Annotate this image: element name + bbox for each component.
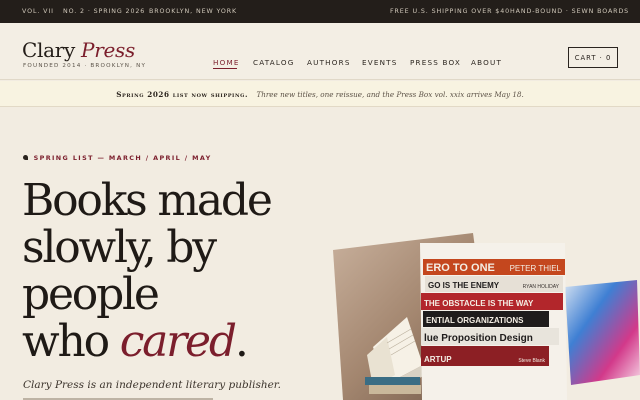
nav-authors[interactable]: AUTHORS: [307, 58, 351, 67]
location-label: BROOKLYN, NEW YORK: [149, 8, 238, 15]
book-spine-author: RYAN HOLIDAY: [523, 284, 560, 290]
hero-headline-line-1: Books made: [22, 175, 273, 226]
announcement-detail: Three new titles, one reissue, and the P…: [256, 90, 524, 99]
brand-tagline: FOUNDED 2014 · BROOKLYN, NY: [23, 63, 147, 69]
brand-logo[interactable]: Clary Press: [22, 38, 135, 62]
shipping-notice: FREE U.S. SHIPPING OVER $40: [390, 8, 511, 15]
photo-card-right: [565, 280, 640, 385]
volume-label: VOL. VII: [22, 8, 54, 15]
nav-catalog[interactable]: CATALOG: [253, 58, 295, 67]
hero-headline-start: who: [22, 316, 120, 367]
hero-headline-line-4: who cared.: [22, 320, 249, 364]
book-spine-title: GO IS THE ENEMY: [428, 281, 500, 290]
nav-press-box[interactable]: PRESS BOX: [410, 58, 461, 67]
book-spine-author: Steve Blank: [518, 358, 545, 364]
leaf-icon: [23, 155, 28, 160]
brand-name: Clary: [22, 38, 75, 62]
hero-eyebrow-text: SPRING LIST — MARCH / APRIL / MAY: [33, 154, 212, 162]
hero-headline-line-2: slowly, by: [22, 222, 217, 273]
site-header: Clary Press FOUNDED 2014 · BROOKLYN, NY …: [0, 23, 640, 80]
book-spine-title: THE OBSTACLE IS THE WAY: [424, 299, 534, 308]
binding-notice: HAND-BOUND · SEWN BOARDS: [510, 8, 630, 15]
book-spine-title: ENTIAL ORGANIZATIONS: [426, 316, 524, 325]
hero-headline-end: .: [234, 316, 249, 367]
nav-home[interactable]: HOME: [213, 58, 240, 67]
hero-eyebrow: SPRING LIST — MARCH / APRIL / MAY: [23, 154, 212, 162]
cart-button[interactable]: CART · 0: [568, 47, 618, 68]
book-spine-title: ERO TO ONE: [426, 262, 495, 274]
announcement-banner: Spring 2026 list now shipping. Three new…: [0, 81, 640, 107]
hero-intro-continued: [23, 396, 223, 400]
brand-name-accent: Press: [81, 38, 135, 62]
book-spine-title: lue Proposition Design: [424, 333, 533, 344]
issue-label: NO. 2 · SPRING 2026: [63, 8, 146, 15]
hero-book-collage: ERO TO ONE PETER THIEL GO IS THE ENEMY RYAN…: [333, 233, 640, 400]
top-utility-bar: VOL. VII NO. 2 · SPRING 2026 BROOKLYN, N…: [0, 0, 640, 23]
book-spine-author: PETER THIEL: [510, 264, 562, 273]
hero-headline-accent: cared: [119, 316, 237, 367]
hero-intro: Clary Press is an independent literary p…: [23, 379, 282, 391]
nav-active-indicator: [213, 68, 237, 69]
announcement-headline: Spring 2026 list now shipping.: [116, 90, 249, 99]
hero-headline-line-3: people: [22, 269, 160, 320]
nav-about[interactable]: ABOUT: [471, 58, 502, 67]
book-spine-title: ARTUP: [424, 355, 452, 364]
nav-events[interactable]: EVENTS: [362, 58, 398, 67]
